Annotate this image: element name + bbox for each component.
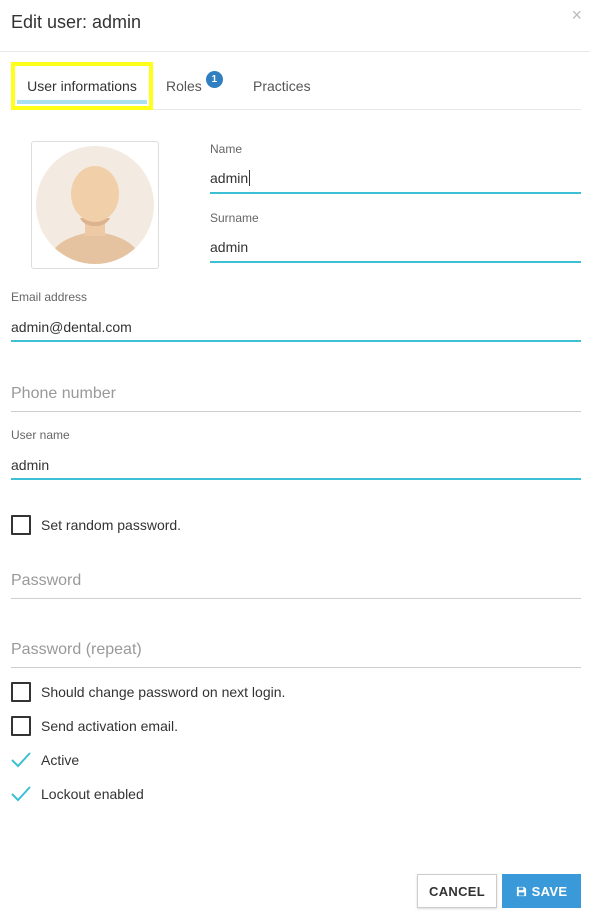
checkbox-box[interactable] bbox=[11, 515, 31, 535]
password-field[interactable]: Password bbox=[11, 571, 581, 601]
password-repeat-input[interactable]: Password (repeat) bbox=[11, 641, 142, 659]
text-cursor bbox=[249, 170, 251, 186]
tab-practices[interactable]: Practices bbox=[253, 62, 311, 110]
username-underline bbox=[11, 478, 581, 480]
tab-roles[interactable]: Roles 1 bbox=[166, 62, 223, 110]
close-icon[interactable]: × bbox=[571, 6, 582, 24]
should-change-password-checkbox[interactable]: Should change password on next login. bbox=[11, 682, 285, 702]
send-activation-email-checkbox[interactable]: Send activation email. bbox=[11, 716, 178, 736]
active-checkbox[interactable]: Active bbox=[11, 750, 79, 770]
username-field[interactable]: User name admin bbox=[11, 428, 581, 482]
checkbox-label: Lockout enabled bbox=[41, 786, 144, 802]
surname-field[interactable]: Surname admin bbox=[210, 211, 581, 265]
cancel-button-label: CANCEL bbox=[429, 883, 485, 899]
roles-count-badge: 1 bbox=[205, 70, 223, 88]
password-input[interactable]: Password bbox=[11, 572, 81, 590]
user-avatar-icon bbox=[36, 146, 154, 264]
checkbox-label: Should change password on next login. bbox=[41, 684, 286, 700]
name-input[interactable]: admin bbox=[210, 170, 248, 186]
floppy-disk-icon bbox=[516, 886, 526, 896]
email-field[interactable]: Email address admin@dental.com bbox=[11, 290, 581, 344]
set-random-password-checkbox[interactable]: Set random password. bbox=[11, 515, 181, 535]
checkbox-label: Set random password. bbox=[41, 517, 182, 533]
username-input[interactable]: admin bbox=[11, 457, 49, 473]
lockout-enabled-checkbox[interactable]: Lockout enabled bbox=[11, 784, 144, 804]
password-underline bbox=[11, 598, 581, 599]
checkbox-label: Active bbox=[41, 752, 80, 768]
active-tab-indicator bbox=[17, 100, 147, 104]
phone-input[interactable]: Phone number bbox=[11, 385, 116, 403]
save-button-label: SAVE bbox=[531, 883, 568, 899]
tab-label: User informations bbox=[27, 78, 137, 94]
surname-label: Surname bbox=[210, 211, 259, 225]
edit-user-modal: Edit user: admin × User informations Rol… bbox=[0, 0, 590, 918]
surname-input[interactable]: admin bbox=[210, 239, 248, 255]
email-input[interactable]: admin@dental.com bbox=[11, 319, 132, 335]
tab-label: Practices bbox=[253, 78, 311, 94]
phone-underline bbox=[11, 411, 581, 412]
tab-user-informations[interactable]: User informations bbox=[11, 62, 153, 110]
tab-label: Roles bbox=[166, 78, 202, 94]
save-button[interactable]: SAVE bbox=[502, 874, 581, 908]
phone-field[interactable]: Phone number bbox=[11, 384, 581, 414]
email-underline bbox=[11, 340, 581, 342]
modal-title: Edit user: admin bbox=[11, 12, 142, 32]
checkbox-box[interactable] bbox=[11, 716, 31, 736]
cancel-button[interactable]: CANCEL bbox=[417, 874, 497, 908]
password-repeat-field[interactable]: Password (repeat) bbox=[11, 640, 581, 670]
avatar[interactable] bbox=[31, 141, 159, 269]
modal-header: Edit user: admin × bbox=[0, 0, 590, 52]
checkbox-label: Send activation email. bbox=[41, 718, 178, 734]
checkmark-icon[interactable] bbox=[11, 784, 31, 804]
username-label: User name bbox=[11, 428, 70, 442]
tab-bar: User informations Roles 1 Practices bbox=[11, 62, 581, 110]
surname-underline bbox=[210, 261, 581, 263]
password-repeat-underline bbox=[11, 667, 581, 668]
name-field[interactable]: Name admin bbox=[210, 142, 581, 196]
name-underline bbox=[210, 192, 581, 194]
checkmark-icon[interactable] bbox=[11, 750, 31, 770]
name-label: Name bbox=[210, 142, 243, 156]
checkbox-box[interactable] bbox=[11, 682, 31, 702]
email-label: Email address bbox=[11, 290, 88, 304]
